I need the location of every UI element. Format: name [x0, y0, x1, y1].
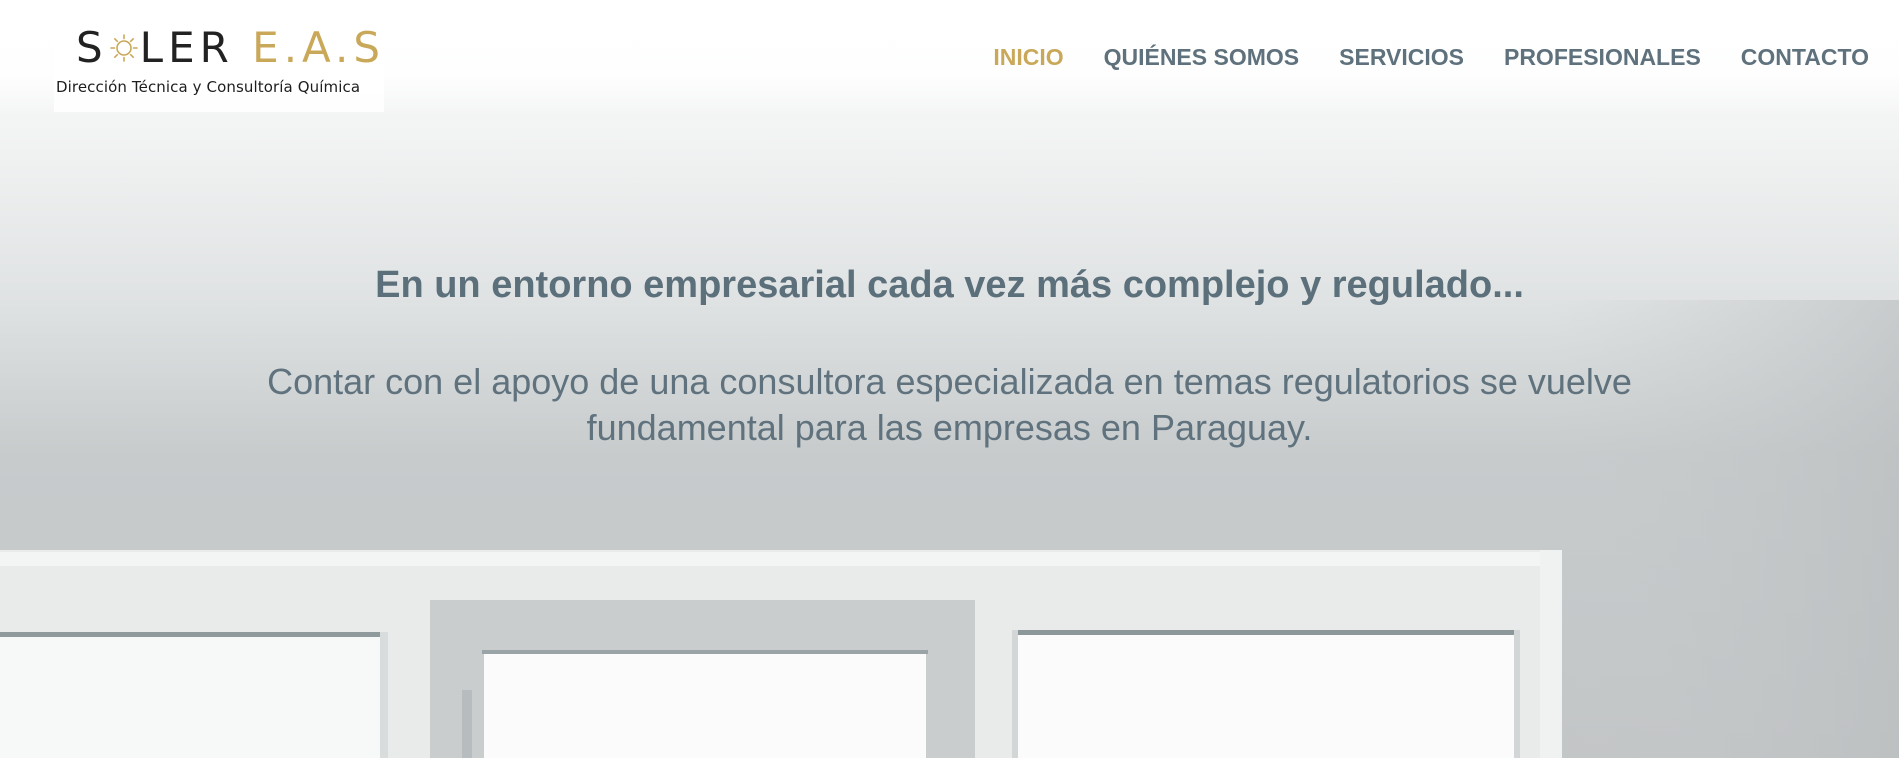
- nav-item-contacto[interactable]: CONTACTO: [1741, 44, 1869, 71]
- site-header: S LER E.A.S Dirección Técnica y Consulto…: [0, 0, 1899, 118]
- nav-item-quienes-somos[interactable]: QUIÉNES SOMOS: [1104, 44, 1300, 71]
- nav-item-servicios[interactable]: SERVICIOS: [1339, 44, 1464, 71]
- hero-title: En un entorno empresarial cada vez más c…: [375, 264, 1524, 306]
- logo-word-soler: S LER: [76, 23, 234, 72]
- nav-item-inicio[interactable]: INICIO: [993, 44, 1063, 71]
- logo-wordmark: S LER E.A.S: [76, 24, 385, 72]
- page: S LER E.A.S Dirección Técnica y Consulto…: [0, 0, 1899, 758]
- logo-tagline: Dirección Técnica y Consultoría Química: [56, 78, 361, 96]
- hero-section: En un entorno empresarial cada vez más c…: [0, 255, 1899, 451]
- sun-icon: [109, 33, 138, 62]
- hero-subtitle: Contar con el apoyo de una consultora es…: [267, 361, 1632, 448]
- nav-item-profesionales[interactable]: PROFESIONALES: [1504, 44, 1701, 71]
- logo-word-eas: E.A.S: [252, 23, 386, 72]
- logo[interactable]: S LER E.A.S Dirección Técnica y Consulto…: [54, 22, 384, 112]
- main-nav: INICIO QUIÉNES SOMOS SERVICIOS PROFESION…: [993, 44, 1869, 71]
